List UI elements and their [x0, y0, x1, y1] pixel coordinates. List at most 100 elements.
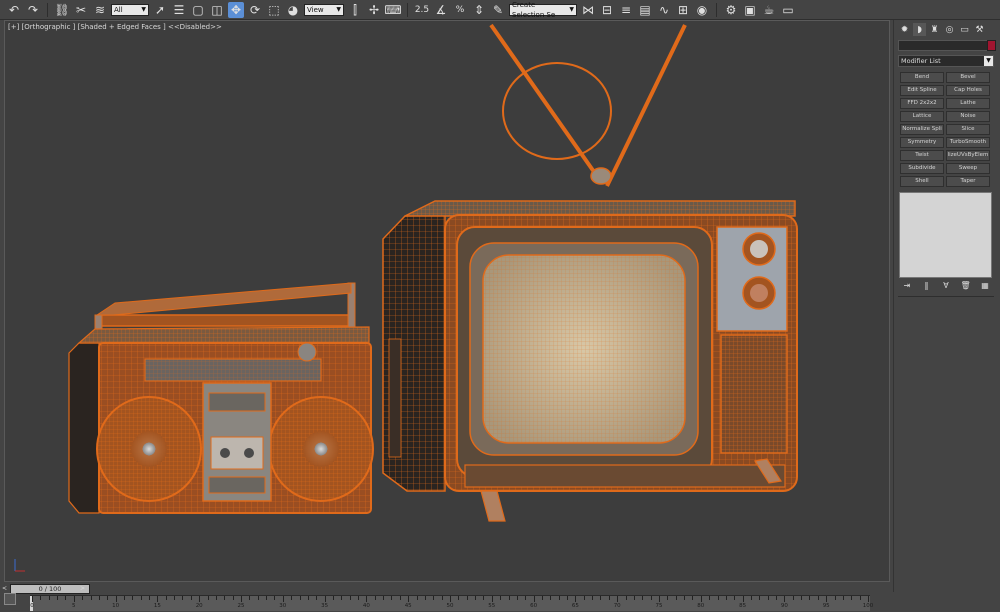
- configure-sets-icon[interactable]: ▦: [980, 281, 990, 291]
- track-tick: [516, 596, 518, 600]
- track-tick: [767, 596, 769, 600]
- chevron-down-icon: ▼: [569, 5, 574, 13]
- track-tick: [332, 596, 334, 600]
- modifier-button[interactable]: Subdivide: [900, 163, 944, 174]
- graphite-ribbon-icon[interactable]: ▤: [637, 2, 653, 18]
- window-crossing-icon[interactable]: ◫: [209, 2, 225, 18]
- key-filter-icon[interactable]: [4, 593, 16, 605]
- region-select-icon[interactable]: ▢: [190, 2, 206, 18]
- modifier-button[interactable]: Noise: [946, 111, 990, 122]
- track-tick: [776, 596, 778, 600]
- track-tick: [525, 596, 527, 600]
- modifier-button[interactable]: TurboSmooth: [946, 137, 990, 148]
- unlink-icon[interactable]: ✂: [73, 2, 89, 18]
- modifier-button[interactable]: Lattice: [900, 111, 944, 122]
- select-rotate-icon[interactable]: ⟳: [247, 2, 263, 18]
- track-tick: [659, 596, 660, 602]
- modifier-button[interactable]: Bevel: [946, 72, 990, 83]
- create-tab-icon[interactable]: ✹: [898, 23, 911, 36]
- remove-modifier-icon[interactable]: 🗑: [961, 281, 971, 291]
- modifier-list-dropdown[interactable]: Modifier List ▼: [898, 55, 994, 67]
- object-name-field[interactable]: [898, 40, 992, 51]
- pivot-center-icon[interactable]: ⫿: [347, 2, 363, 18]
- bind-spacewarp-icon[interactable]: ≋: [92, 2, 108, 18]
- snap-toggle-icon[interactable]: 2.5: [414, 2, 430, 18]
- hierarchy-tab-icon[interactable]: ♜: [928, 23, 941, 36]
- make-unique-icon[interactable]: ∀: [941, 281, 951, 291]
- modifier-button[interactable]: Sweep: [946, 163, 990, 174]
- modifier-button[interactable]: Edit Spline: [900, 85, 944, 96]
- track-bar[interactable]: 0 5 10 15 20 25 30 35 40 45 50 55 60 65 70 75 80 85 90 95 10…: [30, 595, 873, 611]
- track-tick: [316, 596, 318, 600]
- modifier-button[interactable]: Normalize Spli: [900, 124, 944, 135]
- modifier-button[interactable]: Slice: [946, 124, 990, 135]
- mirror-icon[interactable]: ⋈: [580, 2, 596, 18]
- track-tick: [73, 596, 75, 602]
- tv-antenna[interactable]: [489, 23, 687, 187]
- manipulate-icon[interactable]: ✢: [366, 2, 382, 18]
- material-editor-icon[interactable]: ◉: [694, 2, 710, 18]
- track-tick: [642, 596, 644, 600]
- modifier-button[interactable]: lizeUVsByElem: [946, 150, 990, 161]
- layer-manager-icon[interactable]: ≡: [618, 2, 634, 18]
- track-tick: [57, 596, 59, 600]
- utilities-tab-icon[interactable]: ⚒: [973, 23, 986, 36]
- select-scale-icon[interactable]: ⬚: [266, 2, 282, 18]
- show-end-result-icon[interactable]: ‖: [922, 281, 932, 291]
- track-tick-label: 35: [321, 603, 329, 609]
- select-object-icon[interactable]: ➚: [152, 2, 168, 18]
- track-tick: [358, 596, 360, 600]
- modifier-button[interactable]: Twist: [900, 150, 944, 161]
- selection-filter-dropdown[interactable]: All ▼: [111, 3, 149, 16]
- redo-icon[interactable]: ↷: [25, 2, 41, 18]
- select-by-name-icon[interactable]: ☰: [171, 2, 187, 18]
- link-icon[interactable]: ⛓: [54, 2, 70, 18]
- track-tick-label: 95: [822, 603, 830, 609]
- schematic-view-icon[interactable]: ⊞: [675, 2, 691, 18]
- keyboard-shortcut-icon[interactable]: ⌨: [384, 2, 401, 18]
- track-tick-label: 75: [655, 603, 663, 609]
- modifier-button[interactable]: Bend: [900, 72, 944, 83]
- percent-snap-icon[interactable]: %: [452, 2, 468, 18]
- render-setup-icon[interactable]: ⚙: [723, 2, 739, 18]
- modifier-button[interactable]: Lathe: [946, 98, 990, 109]
- track-tick: [399, 596, 401, 600]
- pin-stack-icon[interactable]: ⇥: [902, 281, 912, 291]
- television-model[interactable]: [382, 200, 798, 522]
- modifier-button[interactable]: Taper: [946, 176, 990, 187]
- next-frame-icon[interactable]: >: [80, 584, 87, 594]
- orthographic-viewport[interactable]: [+] [Orthographic ] [Shaded + Edged Face…: [4, 20, 890, 582]
- angle-snap-icon[interactable]: ∡: [433, 2, 449, 18]
- track-tick: [174, 596, 176, 600]
- place-icon[interactable]: ◕: [285, 2, 301, 18]
- track-tick: [224, 596, 226, 600]
- select-move-icon[interactable]: ✥: [228, 1, 244, 18]
- object-color-swatch[interactable]: [987, 40, 996, 51]
- modifier-button[interactable]: Symmetry: [900, 137, 944, 148]
- modifier-button[interactable]: FFD 2x2x2: [900, 98, 944, 109]
- viewport-label[interactable]: [+] [Orthographic ] [Shaded + Edged Face…: [8, 23, 222, 31]
- reference-coord-dropdown[interactable]: View ▼: [304, 3, 344, 16]
- undo-icon[interactable]: ↶: [6, 2, 22, 18]
- main-toolbar: ↶ ↷ ⛓ ✂ ≋ All ▼ ➚ ☰ ▢ ◫ ✥ ⟳ ⬚ ◕ View ▼ ⫿ ✢…: [0, 0, 1000, 20]
- named-selection-dropdown[interactable]: Create Selection Se ▼: [509, 1, 577, 19]
- time-slider[interactable]: 0 / 100: [10, 584, 90, 594]
- track-tick: [742, 596, 744, 602]
- display-tab-icon[interactable]: ▭: [958, 23, 971, 36]
- modify-tab-icon[interactable]: ◗: [913, 23, 926, 36]
- render-iterative-icon[interactable]: ▭: [780, 2, 796, 18]
- track-tick: [491, 596, 493, 602]
- edit-named-selection-icon[interactable]: ✎: [490, 2, 506, 18]
- rendered-frame-icon[interactable]: ▣: [742, 2, 758, 18]
- modifier-button[interactable]: Cap Holes: [946, 85, 990, 96]
- boombox-model[interactable]: [68, 282, 374, 514]
- modifier-button[interactable]: Shell: [900, 176, 944, 187]
- render-production-icon[interactable]: ☕: [761, 2, 777, 18]
- curve-editor-icon[interactable]: ∿: [656, 2, 672, 18]
- track-tick: [341, 596, 343, 600]
- track-tick: [675, 596, 677, 600]
- motion-tab-icon[interactable]: ◎: [943, 23, 956, 36]
- modifier-stack-list[interactable]: [899, 192, 992, 278]
- align-icon[interactable]: ⊟: [599, 2, 615, 18]
- spinner-snap-icon[interactable]: ⇕: [471, 2, 487, 18]
